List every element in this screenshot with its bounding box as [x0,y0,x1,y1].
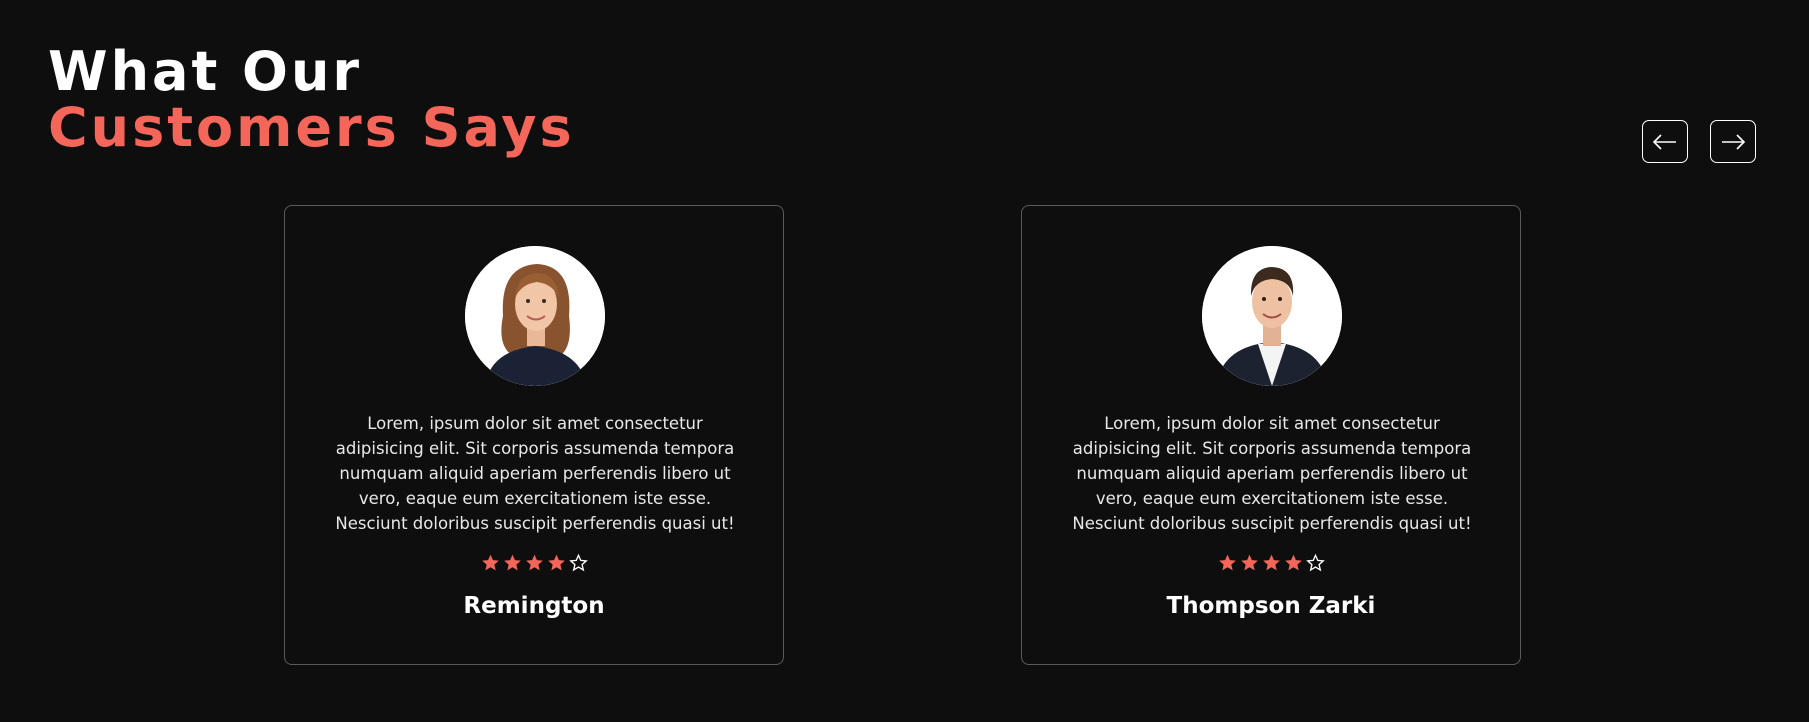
star-filled-icon [481,554,499,571]
star-filled-icon [1218,554,1236,571]
woman-portrait-image [465,246,605,386]
star-empty-icon [568,553,588,572]
section-heading: What Our Customers Says [48,44,575,156]
star-filled-icon [1262,554,1280,571]
star-filled-icon [1284,554,1302,571]
heading-line-2: Customers Says [48,96,575,159]
testimonial-card: Lorem, ipsum dolor sit amet consectetur … [1021,205,1521,665]
star-empty-icon [1305,553,1325,572]
avatar [1202,246,1342,386]
heading-line-1: What Our [48,40,363,103]
testimonial-text: Lorem, ipsum dolor sit amet consectetur … [335,414,735,533]
star-filled-icon [503,554,521,571]
testimonials-section: What Our Customers Says Lorem, ipsum dol… [0,0,1809,722]
star-filled-icon [547,554,565,571]
star-filled-icon [525,554,543,571]
star-rating [1022,553,1520,573]
avatar [465,246,605,386]
arrow-right-icon [1722,133,1746,150]
customer-name: Thompson Zarki [1166,593,1376,619]
arrow-left-icon [1652,133,1676,150]
prev-button[interactable] [1642,120,1688,163]
customer-name: Remington [463,593,605,619]
testimonial-card: Lorem, ipsum dolor sit amet consectetur … [284,205,784,665]
star-filled-icon [1240,554,1258,571]
man-portrait-image [1202,246,1342,386]
next-button[interactable] [1710,120,1756,163]
star-rating [285,553,783,573]
testimonial-text: Lorem, ipsum dolor sit amet consectetur … [1072,414,1472,533]
